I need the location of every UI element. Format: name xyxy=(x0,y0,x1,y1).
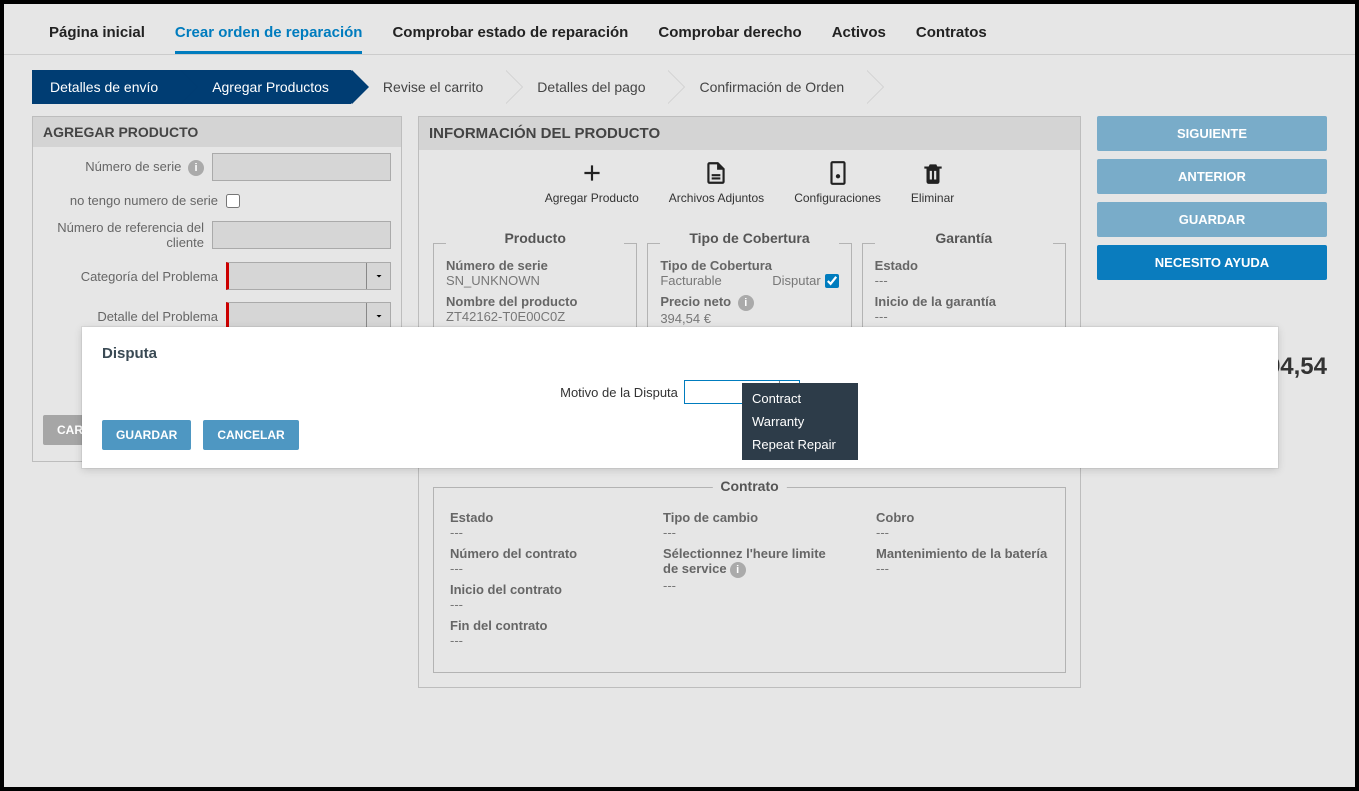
modal-overlay: Disputa Motivo de la Disputa GUARDAR CAN… xyxy=(4,4,1355,787)
dispute-reason-dropdown: Contract Warranty Repeat Repair xyxy=(742,383,858,460)
dispute-reason-label: Motivo de la Disputa xyxy=(560,385,678,400)
dispute-modal: Disputa Motivo de la Disputa GUARDAR CAN… xyxy=(82,327,1278,468)
app-root: Página inicial Crear orden de reparación… xyxy=(4,4,1355,787)
option-warranty[interactable]: Warranty xyxy=(742,410,858,433)
option-repeat-repair[interactable]: Repeat Repair xyxy=(742,433,858,456)
modal-title: Disputa xyxy=(102,345,1258,362)
option-contract[interactable]: Contract xyxy=(742,387,858,410)
modal-save-button[interactable]: GUARDAR xyxy=(102,420,191,450)
modal-cancel-button[interactable]: CANCELAR xyxy=(203,420,298,450)
